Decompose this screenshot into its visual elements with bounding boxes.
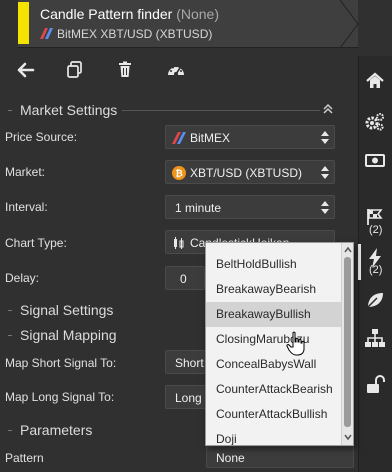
section-marker bbox=[8, 335, 12, 336]
hand-cursor-icon bbox=[286, 331, 305, 356]
delay-input[interactable]: 0 bbox=[165, 266, 205, 290]
dropdown-scrollbar[interactable] bbox=[341, 243, 353, 445]
price-source-select[interactable]: BitMEX bbox=[165, 125, 335, 149]
gears-icon bbox=[365, 113, 384, 131]
map-long-label: Map Long Signal To: bbox=[5, 390, 115, 404]
svg-text:₿: ₿ bbox=[175, 169, 182, 179]
candles-icon bbox=[174, 237, 184, 249]
section-marker bbox=[8, 430, 12, 431]
chart-type-label: Chart Type: bbox=[5, 236, 67, 250]
map-short-value: Short bbox=[175, 356, 204, 370]
signals-count: (2) bbox=[369, 264, 383, 276]
bot-title-name: Candle Pattern finder bbox=[40, 6, 173, 22]
interval-value: 1 minute bbox=[175, 201, 222, 215]
sitemap-icon bbox=[365, 329, 385, 347]
money-icon bbox=[365, 154, 385, 167]
nav-growth[interactable] bbox=[363, 288, 387, 312]
pattern-dropdown-list[interactable]: BeltHoldBullish BreakawayBearish Breakaw… bbox=[205, 242, 354, 446]
map-short-label: Map Short Signal To: bbox=[5, 356, 117, 370]
bot-subtitle: BitMEX XBT/USD (XBTUSD) bbox=[40, 27, 212, 41]
leaf-icon bbox=[367, 293, 383, 308]
scroll-up-icon[interactable] bbox=[344, 246, 352, 254]
pattern-value: None bbox=[216, 451, 245, 465]
dropdown-option[interactable]: BeltHoldBullish bbox=[206, 252, 342, 277]
bitmex-logo-icon bbox=[172, 132, 186, 144]
double-chevron-up-icon[interactable] bbox=[322, 103, 334, 115]
nav-lock[interactable] bbox=[363, 372, 387, 396]
dropdown-option[interactable]: BreakawayBearish bbox=[206, 277, 342, 302]
header-accent-bar bbox=[18, 2, 29, 44]
dropdown-option[interactable]: CounterAttackBearish bbox=[206, 377, 342, 402]
interval-label: Interval: bbox=[5, 200, 48, 214]
back-button[interactable] bbox=[15, 60, 37, 80]
nav-home[interactable] bbox=[363, 69, 387, 93]
section-marker bbox=[8, 310, 12, 311]
pattern-select[interactable]: None bbox=[206, 446, 354, 468]
bot-title-suffix: (None) bbox=[176, 6, 219, 22]
dropdown-option[interactable]: ConcealBabysWall bbox=[206, 352, 342, 377]
dropdown-option[interactable]: Doji bbox=[206, 427, 342, 445]
section-marker bbox=[8, 110, 12, 111]
select-arrows-icon bbox=[321, 131, 329, 144]
bot-subtitle-text: BitMEX XBT/USD (XBTUSD) bbox=[57, 27, 213, 41]
price-source-label: Price Source: bbox=[5, 130, 78, 144]
arrow-left-icon bbox=[17, 62, 35, 78]
nav-funds[interactable] bbox=[363, 148, 387, 172]
delay-label: Delay: bbox=[5, 271, 40, 285]
home-icon bbox=[366, 72, 384, 88]
nav-structure[interactable] bbox=[363, 326, 387, 350]
app-window: Candle Pattern finder (None) BitMEX XBT/… bbox=[0, 0, 392, 472]
interval-select[interactable]: 1 minute bbox=[165, 195, 335, 219]
dashboard-button[interactable] bbox=[165, 60, 187, 80]
scroll-down-icon[interactable] bbox=[344, 433, 352, 441]
price-source-value: BitMEX bbox=[190, 131, 231, 145]
nav-settings[interactable] bbox=[363, 110, 387, 134]
section-title-signal-mapping[interactable]: Signal Mapping bbox=[20, 327, 117, 343]
trash-icon bbox=[119, 61, 131, 77]
section-rule bbox=[122, 110, 320, 111]
pattern-label: Pattern bbox=[5, 451, 44, 465]
dropdown-option[interactable]: ClosingMarubozu bbox=[206, 327, 342, 352]
section-title-signal-settings[interactable]: Signal Settings bbox=[20, 302, 113, 318]
unlock-icon bbox=[367, 375, 385, 393]
market-label: Market: bbox=[5, 165, 46, 179]
gauge-icon bbox=[168, 65, 184, 76]
select-arrows-icon bbox=[321, 201, 329, 214]
nav-active-indicator bbox=[358, 244, 361, 280]
bitcoin-icon: ₿ bbox=[172, 166, 186, 180]
duplicate-button[interactable] bbox=[64, 60, 86, 80]
dropdown-option[interactable]: CounterAttackBullish bbox=[206, 402, 342, 427]
delay-value: 0 bbox=[180, 272, 187, 286]
header-arrow-shape bbox=[340, 0, 359, 48]
strategies-count: (2) bbox=[369, 224, 383, 236]
select-arrows-icon bbox=[321, 166, 329, 179]
dropdown-option-highlighted[interactable]: BreakawayBullish bbox=[206, 302, 342, 327]
scrollbar-thumb[interactable] bbox=[344, 257, 351, 427]
section-title-parameters[interactable]: Parameters bbox=[20, 422, 92, 438]
market-value: XBT/USD (XBTUSD) bbox=[190, 166, 303, 180]
bitmex-logo-icon bbox=[40, 28, 53, 39]
map-long-value: Long bbox=[175, 391, 202, 405]
delete-button[interactable] bbox=[114, 60, 136, 80]
copy-icon bbox=[67, 61, 82, 78]
bot-title: Candle Pattern finder (None) bbox=[40, 6, 219, 22]
section-title-market[interactable]: Market Settings bbox=[20, 102, 117, 118]
market-select[interactable]: ₿ XBT/USD (XBTUSD) bbox=[165, 160, 335, 184]
